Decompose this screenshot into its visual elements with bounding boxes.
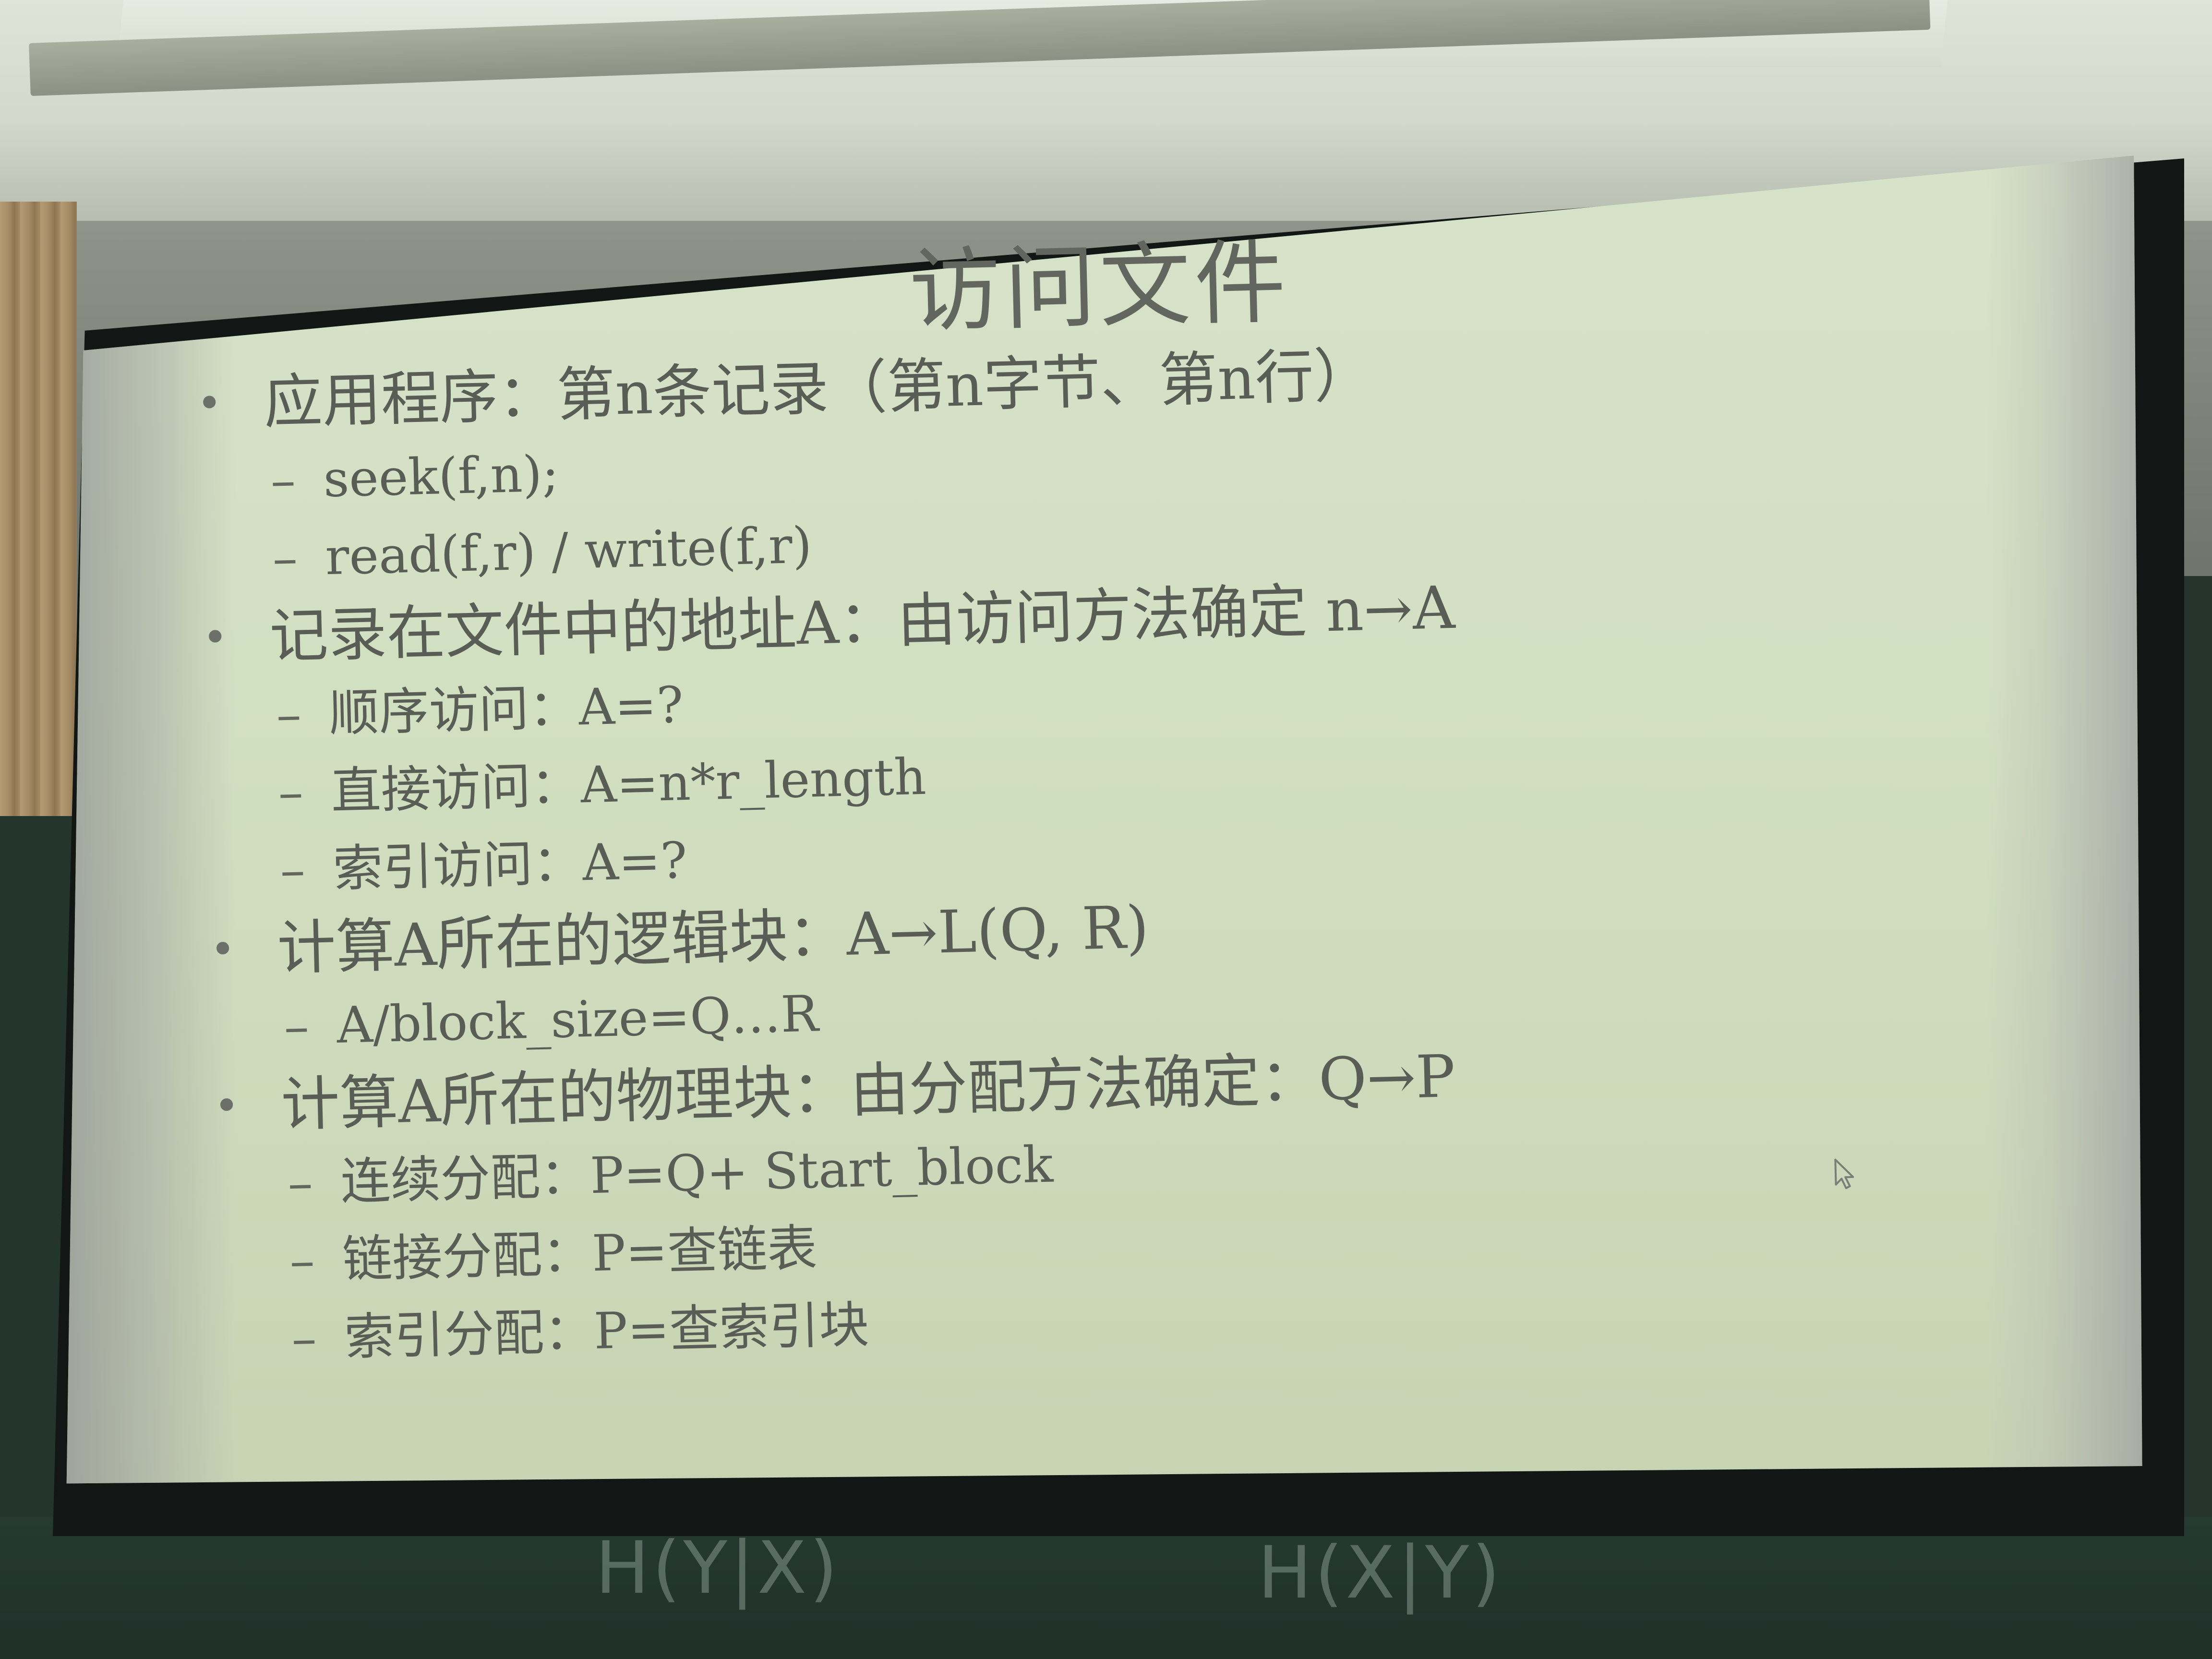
bullet-icon: • bbox=[202, 612, 229, 663]
chalkboard bbox=[0, 1517, 2212, 1659]
dash-icon: – bbox=[270, 450, 297, 510]
bullet-text: 顺序访问：A=? bbox=[328, 675, 684, 743]
wood-paneling bbox=[0, 202, 77, 826]
bullet-text: read(f,r) / write(f,r) bbox=[325, 516, 813, 587]
dash-icon: – bbox=[290, 1309, 317, 1368]
dash-icon: – bbox=[283, 997, 310, 1056]
dash-icon: – bbox=[289, 1231, 315, 1290]
bullet-text: 连续分配：P=Q+ Start_block bbox=[340, 1135, 1054, 1211]
classroom-photo: H(Y|X) H(X|Y) 访问文件 • 应用程序：第n条记录（第n字节、第n行）… bbox=[0, 0, 2212, 1659]
slide-bullet-list: • 应用程序：第n条记录（第n字节、第n行） – seek(f,n); – read(f,… bbox=[191, 319, 2078, 1379]
slide: 访问文件 • 应用程序：第n条记录（第n字节、第n行） – seek(f,n); – re… bbox=[187, 166, 2090, 1497]
slide-title: 访问文件 bbox=[908, 229, 1291, 345]
dash-icon: – bbox=[279, 840, 306, 900]
dash-icon: – bbox=[287, 1153, 313, 1213]
chalk-writing-right: H(X|Y) bbox=[1258, 1531, 1503, 1615]
bullet-icon: • bbox=[196, 378, 223, 429]
chalk-writing-left: H(Y|X) bbox=[595, 1527, 841, 1610]
dash-icon: – bbox=[276, 685, 302, 744]
bullet-text: 直接访问：A=n*r_length bbox=[330, 747, 927, 821]
bullet-text: 索引分配：P=查索引块 bbox=[343, 1295, 870, 1367]
dash-icon: – bbox=[277, 762, 304, 822]
dash-icon: – bbox=[272, 528, 299, 588]
bullet-text: 链接分配：P=查链表 bbox=[341, 1218, 818, 1289]
bullet-text: 索引访问：A=? bbox=[332, 830, 688, 898]
bullet-icon: • bbox=[209, 924, 236, 975]
bullet-text: A/block_size=Q…R bbox=[336, 984, 819, 1055]
mouse-pointer-icon bbox=[1834, 1158, 1854, 1190]
bullet-text: seek(f,n); bbox=[323, 444, 560, 509]
bullet-text: 计算A所在的逻辑块：A→L(Q, R) bbox=[276, 893, 1150, 983]
bullet-icon: • bbox=[213, 1080, 240, 1132]
